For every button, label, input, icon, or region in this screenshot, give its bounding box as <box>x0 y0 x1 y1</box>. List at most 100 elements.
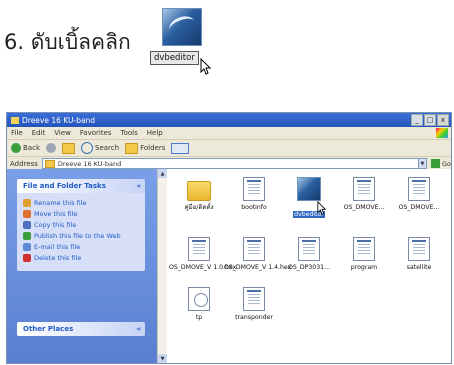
back-label: Back <box>23 144 40 152</box>
task-pane: File and Folder Tasks « Rename this file… <box>7 169 157 363</box>
file-item[interactable]: OS_DMOVE... <box>334 177 394 211</box>
window-title: Dreeve 16 KU-band <box>22 115 96 125</box>
window-titlebar[interactable]: Dreeve 16 KU-band _ □ x <box>7 113 451 127</box>
document-icon <box>298 237 320 261</box>
task-label: Delete this file <box>34 254 82 262</box>
file-item[interactable]: OS_DMOVE_V 1.0.hex <box>169 237 237 271</box>
file-item[interactable]: dvbeditor <box>279 177 339 220</box>
panel-title: File and Folder Tasks <box>23 182 106 190</box>
expand-icon[interactable]: « <box>136 325 141 333</box>
task-label: E-mail this file <box>34 243 81 251</box>
document-icon <box>243 287 265 311</box>
file-name: transponder <box>235 314 273 321</box>
address-label: Address <box>10 159 38 168</box>
file-item[interactable]: OS_DP3031... <box>279 237 339 271</box>
file-item[interactable]: satellite <box>389 237 449 271</box>
back-arrow-icon <box>11 143 21 153</box>
task-label: Copy this file <box>34 221 77 229</box>
step-instruction: 6. ดับเบิ้ลคลิก <box>4 30 131 54</box>
scroll-up-icon[interactable]: ▲ <box>158 169 167 178</box>
copy-icon <box>23 221 31 229</box>
task-list: Rename this file Move this file Copy this … <box>17 193 145 271</box>
minimize-button[interactable]: _ <box>411 114 423 126</box>
settings-file-icon <box>188 287 210 311</box>
file-name: bootinfo <box>241 204 267 211</box>
file-name: program <box>350 264 378 271</box>
other-places-panel: Other Places « <box>17 322 145 336</box>
file-folder-tasks-panel: File and Folder Tasks « Rename this file… <box>17 179 145 271</box>
collapse-icon[interactable]: « <box>136 182 141 190</box>
address-value: Dreeve 16 KU-band <box>57 159 122 168</box>
menu-edit[interactable]: Edit <box>32 129 46 137</box>
email-icon <box>23 243 31 251</box>
file-list: คู่มือ/ติดตั้ง bootinfo dvbeditor OS_DMOVE.… <box>167 169 451 363</box>
task-label: Move this file <box>34 210 78 218</box>
file-item[interactable]: transponder <box>224 287 284 321</box>
file-item[interactable]: OS_DMOVE_V 1.4.hex <box>224 237 292 271</box>
scroll-down-icon[interactable]: ▼ <box>158 354 167 363</box>
dvbeditor-app-icon <box>297 177 321 201</box>
go-button[interactable]: Go <box>430 159 451 168</box>
task-item[interactable]: Move this file <box>23 210 139 218</box>
views-icon <box>171 142 190 154</box>
explorer-content: File and Folder Tasks « Rename this file… <box>7 169 451 363</box>
file-name: OS_DMOVE... <box>343 204 385 211</box>
file-name: คู่มือ/ติดตั้ง <box>184 204 214 211</box>
folder-up-icon <box>62 142 75 154</box>
menu-help[interactable]: Help <box>147 129 163 137</box>
task-item[interactable]: Delete this file <box>23 254 139 262</box>
folders-icon <box>125 142 139 154</box>
file-name: OS_DMOVE_V 1.4.hex <box>224 264 292 271</box>
file-name: OS_DP3031... <box>287 264 331 271</box>
menu-bar: File Edit View Favorites Tools Help <box>7 127 451 140</box>
folder-icon <box>187 181 211 201</box>
file-item[interactable]: tp <box>169 287 229 321</box>
task-pane-scrollbar[interactable]: ▲ ▼ <box>157 169 167 363</box>
task-item[interactable]: E-mail this file <box>23 243 139 251</box>
file-name: OS_DMOVE_V 1.0.hex <box>169 264 237 271</box>
document-icon <box>243 177 265 201</box>
address-field[interactable]: Dreeve 16 KU-band ▼ <box>41 158 427 169</box>
file-item[interactable]: bootinfo <box>224 177 284 211</box>
forward-button[interactable] <box>46 143 56 153</box>
task-label: Rename this file <box>34 199 87 207</box>
delete-icon <box>23 254 31 262</box>
file-item[interactable]: program <box>334 237 394 271</box>
task-item[interactable]: Copy this file <box>23 221 139 229</box>
maximize-button[interactable]: □ <box>424 114 436 126</box>
up-button[interactable] <box>62 142 75 154</box>
document-icon <box>353 237 375 261</box>
task-label: Publish this file to the Web <box>34 232 121 240</box>
other-places-header[interactable]: Other Places « <box>17 322 145 336</box>
folders-label: Folders <box>140 144 166 152</box>
folders-button[interactable]: Folders <box>125 142 166 154</box>
search-icon <box>81 142 93 154</box>
menu-view[interactable]: View <box>54 129 71 137</box>
file-name: OS_DMOVE... <box>398 204 440 211</box>
go-label: Go <box>441 159 451 168</box>
menu-favorites[interactable]: Favorites <box>80 129 112 137</box>
menu-file[interactable]: File <box>11 129 23 137</box>
back-button[interactable]: Back <box>11 143 40 153</box>
document-icon <box>188 237 210 261</box>
task-item[interactable]: Publish this file to the Web <box>23 232 139 240</box>
search-label: Search <box>95 144 120 152</box>
file-name: tp <box>195 314 203 321</box>
close-button[interactable]: x <box>437 114 449 126</box>
file-name: satellite <box>406 264 432 271</box>
document-icon <box>408 237 430 261</box>
dvbeditor-app-icon <box>162 8 202 46</box>
file-item[interactable]: คู่มือ/ติดตั้ง <box>169 177 229 211</box>
chevron-down-icon[interactable]: ▼ <box>417 159 426 168</box>
menu-tools[interactable]: Tools <box>121 129 138 137</box>
globe-icon <box>23 232 31 240</box>
other-places-title: Other Places <box>23 325 74 333</box>
search-button[interactable]: Search <box>81 142 119 154</box>
dvbeditor-large-label: dvbeditor <box>150 51 199 65</box>
move-icon <box>23 210 31 218</box>
file-folder-tasks-header[interactable]: File and Folder Tasks « <box>17 179 145 193</box>
file-item[interactable]: OS_DMOVE... <box>389 177 449 211</box>
forward-arrow-icon <box>46 143 56 153</box>
views-button[interactable] <box>171 142 190 154</box>
task-item[interactable]: Rename this file <box>23 199 139 207</box>
